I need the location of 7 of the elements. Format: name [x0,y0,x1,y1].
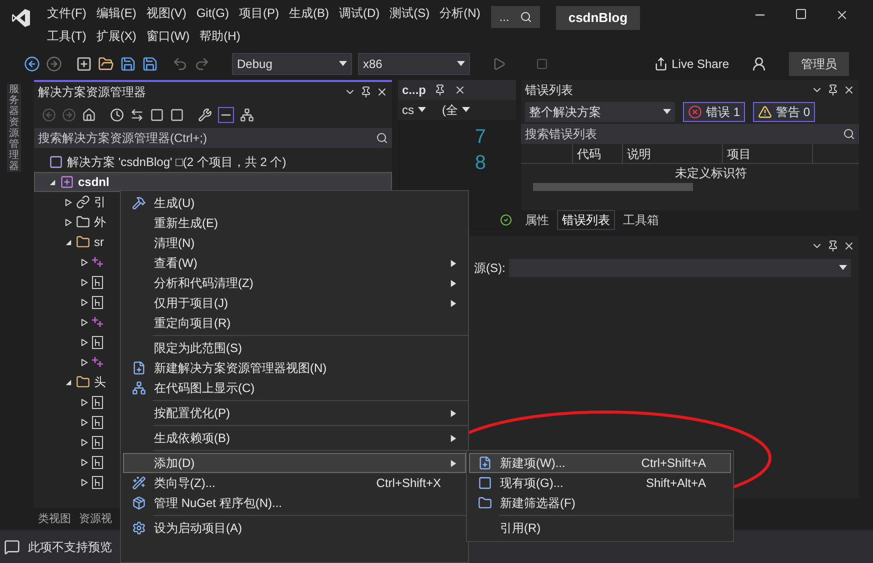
panel-title: 解决方案资源管理器 [38,84,146,101]
project-name-badge: csdnBlog [556,6,640,30]
table-cell-text: 未定义标识符 [675,165,747,182]
panel-title: 错误列表 [525,82,573,99]
line-number: 7 [474,125,486,150]
line-number: 8 [474,151,486,176]
source-label: 源(S): [474,260,506,277]
